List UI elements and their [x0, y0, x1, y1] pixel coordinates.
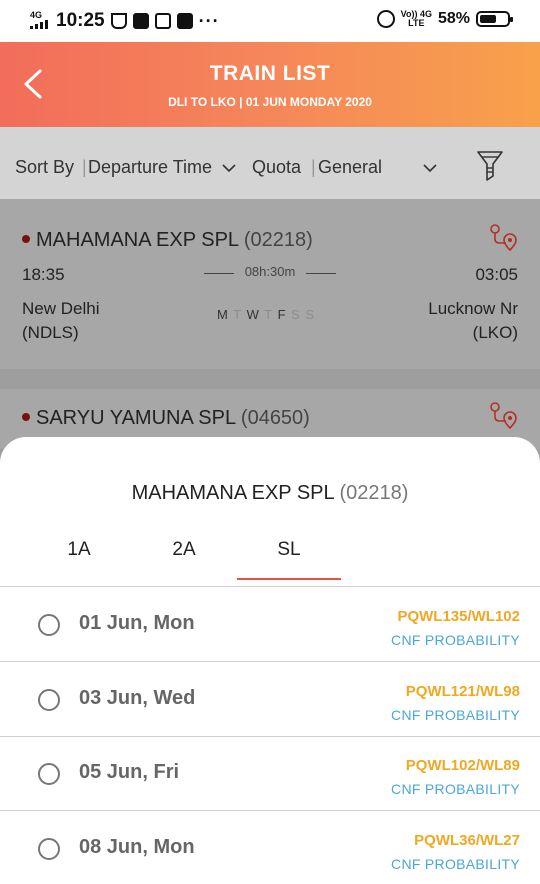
availability-sheet: MAHAMANA EXP SPL (02218) 1A 2A SL 01 Jun… [0, 437, 540, 884]
cnf-probability-link[interactable]: CNF PROBABILITY [391, 781, 520, 797]
day-tue: T [233, 307, 242, 322]
status-bar: 4G 10:25 ··· Vo)) 4G LTE 58% [0, 0, 540, 42]
cnf-probability-link[interactable]: CNF PROBABILITY [391, 707, 520, 723]
lte-text: LTE [408, 18, 425, 28]
app-header: TRAIN LIST DLI TO LKO | 01 JUN MONDAY 20… [0, 42, 540, 127]
travel-date: 03 Jun, Wed [79, 687, 196, 709]
destination-code: (LKO) [472, 323, 518, 342]
separator: | [311, 157, 316, 177]
clock: 10:25 [56, 10, 105, 31]
running-days: M T W T F S S [217, 307, 315, 322]
cnf-probability-link[interactable]: CNF PROBABILITY [391, 632, 520, 648]
train-card[interactable]: MAHAMANA EXP SPL (02218) 18:35 08h:30m 0… [0, 199, 540, 369]
waitlist-status: PQWL135/WL102 [397, 608, 520, 625]
travel-date: 05 Jun, Fri [79, 761, 180, 783]
quota-select[interactable]: General [318, 157, 382, 178]
filter-icon[interactable] [476, 149, 504, 183]
sort-by-label: Sort By [15, 157, 75, 177]
sheet-train-name: MAHAMANA EXP SPL [131, 482, 334, 504]
day-wed: W [246, 307, 260, 322]
travel-date: 01 Jun, Mon [79, 612, 195, 634]
tab-2a[interactable]: 2A [132, 539, 236, 587]
chevron-down-icon[interactable] [222, 161, 236, 175]
route-icon[interactable] [488, 401, 518, 431]
destination-station: Lucknow Nr (LKO) [428, 297, 518, 345]
page-title: TRAIN LIST [209, 62, 331, 85]
sheet-title: MAHAMANA EXP SPL (02218) [0, 482, 540, 505]
radio-button[interactable] [38, 763, 60, 785]
date-row[interactable]: 03 Jun, Wed PQWL121/WL98 CNF PROBABILITY [0, 663, 540, 737]
status-dot [22, 412, 30, 421]
travel-date: 08 Jun, Mon [79, 836, 195, 858]
train-title: SARYU YAMUNA SPL (04650) [22, 407, 310, 430]
date-row[interactable]: 01 Jun, Mon PQWL135/WL102 CNF PROBABILIT… [0, 588, 540, 662]
arrival-time: 03:05 [475, 265, 518, 284]
battery-icon [476, 11, 513, 27]
train-name: MAHAMANA EXP SPL [36, 229, 239, 251]
status-right: Vo)) 4G LTE 58% [376, 10, 513, 28]
departure-time: 18:35 [22, 265, 65, 284]
facebook-icon [132, 13, 149, 29]
waitlist-status: PQWL121/WL98 [405, 683, 520, 700]
radio-button[interactable] [38, 614, 60, 636]
network-type: 4G [30, 10, 43, 20]
battery-percent: 58% [437, 10, 470, 27]
quota-label: Quota [252, 157, 302, 177]
chevron-down-icon[interactable] [423, 161, 437, 175]
notification-app-icon [110, 13, 127, 29]
alarm-icon [376, 10, 395, 28]
train-number: (04650) [240, 407, 310, 429]
date-row[interactable]: 08 Jun, Mon PQWL36/WL27 CNF PROBABILITY [0, 812, 540, 884]
sheet-train-number: (02218) [339, 482, 409, 504]
train-number: (02218) [243, 229, 313, 251]
train-name: SARYU YAMUNA SPL [36, 407, 236, 429]
day-thu: T [264, 307, 273, 322]
origin-code: (NDLS) [22, 323, 79, 342]
signal-icon: 4G [28, 11, 50, 31]
status-dot [22, 234, 30, 243]
radio-button[interactable] [38, 838, 60, 860]
destination-name: Lucknow Nr [428, 299, 518, 318]
more-notifications-icon: ··· [198, 10, 220, 31]
volte-indicator: Vo)) 4G LTE [401, 10, 432, 28]
cnf-probability-link[interactable]: CNF PROBABILITY [391, 856, 520, 872]
day-mon: M [217, 307, 229, 322]
train-title: MAHAMANA EXP SPL (02218) [22, 229, 313, 252]
date-row[interactable]: 05 Jun, Fri PQWL102/WL89 CNF PROBABILITY [0, 737, 540, 811]
tab-1a[interactable]: 1A [27, 539, 131, 587]
day-sun: S [305, 307, 316, 322]
class-tabs: 1A 2A SL [0, 527, 540, 587]
sort-by-select[interactable]: Departure Time [88, 157, 212, 178]
waitlist-status: PQWL36/WL27 [414, 832, 520, 849]
sort-bar: Sort By | Departure Time Quota | General [0, 127, 540, 199]
status-left: 4G 10:25 ··· [28, 10, 220, 32]
origin-name: New Delhi [22, 299, 100, 318]
waitlist-status: PQWL102/WL89 [405, 757, 520, 774]
message-icon [176, 13, 193, 29]
separator: | [82, 157, 87, 177]
route-icon[interactable] [488, 223, 518, 253]
origin-station: New Delhi (NDLS) [22, 297, 99, 345]
calendar-icon [154, 13, 171, 29]
page-subtitle: DLI TO LKO | 01 JUN MONDAY 2020 [168, 95, 372, 109]
day-fri: F [277, 307, 287, 322]
radio-button[interactable] [38, 689, 60, 711]
day-sat: S [291, 307, 301, 322]
duration: 08h:30m [204, 264, 336, 279]
tab-sl[interactable]: SL [237, 539, 341, 587]
